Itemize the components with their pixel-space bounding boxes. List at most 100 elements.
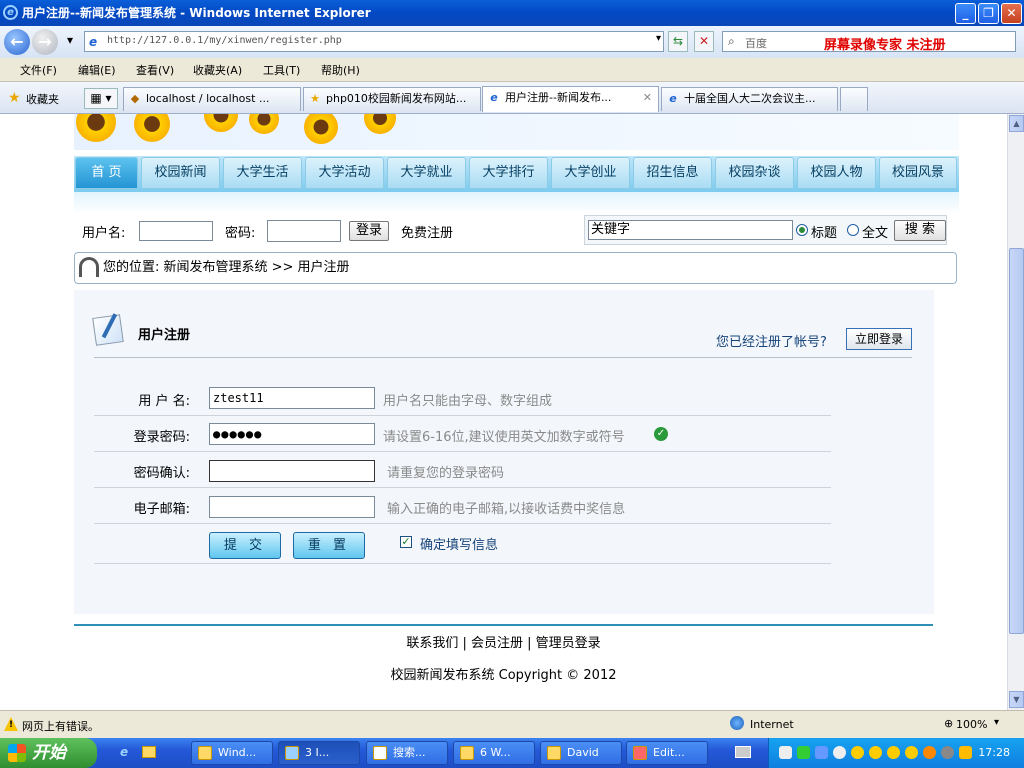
quick-launch-folder-icon[interactable] — [142, 746, 156, 758]
search-placeholder: 百度 — [745, 37, 767, 50]
tab-campus-news[interactable]: ★ php010校园新闻发布网站... — [303, 87, 481, 111]
address-url: http://127.0.0.1/my/xinwen/register.php — [107, 35, 342, 46]
tray-qq-icon-3[interactable] — [887, 746, 900, 759]
password-field[interactable]: ●●●●●● — [209, 423, 375, 445]
tab-npc-meeting[interactable]: e 十届全国人大二次会议主... — [661, 87, 838, 111]
search-button[interactable]: 搜 索 — [894, 220, 946, 241]
clock: 17:28 — [978, 746, 1010, 759]
tray-network-icon[interactable] — [779, 746, 792, 759]
nav-college-life[interactable]: 大学生活 — [223, 157, 302, 189]
nav-startup[interactable]: 大学创业 — [551, 157, 630, 189]
zoom-dropdown-icon[interactable]: ▾ — [994, 717, 999, 728]
task-search[interactable]: 搜索... — [366, 741, 448, 765]
keyboard-icon[interactable] — [735, 746, 751, 758]
new-tab-button[interactable] — [840, 87, 868, 111]
task-david[interactable]: David — [540, 741, 622, 765]
search-box[interactable]: ⌕ 百度 屏幕录像专家 未注册 — [722, 31, 1016, 53]
menu-file[interactable]: 文件(F) — [20, 62, 57, 78]
menu-favorites[interactable]: 收藏夹(A) — [193, 62, 242, 78]
maximize-button[interactable]: ❐ — [978, 3, 999, 24]
security-zone: Internet — [750, 718, 794, 731]
email-field[interactable] — [209, 496, 375, 518]
zoom-level[interactable]: 100% — [956, 718, 987, 731]
confirm-password-field[interactable] — [209, 460, 375, 482]
tray-shield-icon[interactable] — [959, 746, 972, 759]
menu-view[interactable]: 查看(V) — [136, 62, 174, 78]
close-tab-icon[interactable]: ✕ — [643, 87, 652, 109]
check-ok-icon: ✓ — [654, 427, 668, 441]
windows-logo-icon — [8, 744, 26, 762]
start-button[interactable]: 开始 — [0, 738, 97, 768]
nav-campus-scenery[interactable]: 校园风景 — [879, 157, 957, 189]
address-dropdown-icon[interactable]: ▾ — [656, 33, 661, 44]
close-window-button[interactable]: ✕ — [1001, 3, 1022, 24]
tab-phpmyadmin[interactable]: ◆ localhost / localhost ... — [123, 87, 301, 111]
quick-launch-ie-icon[interactable]: e — [120, 745, 128, 759]
radio-fulltext-label: 全文 — [862, 226, 889, 241]
nav-home[interactable]: 首 页 — [75, 157, 138, 189]
nav-rankings[interactable]: 大学排行 — [469, 157, 548, 189]
tray-display-icon[interactable] — [815, 746, 828, 759]
scroll-up-arrow[interactable]: ▲ — [1009, 115, 1024, 132]
quick-tabs-button[interactable]: ▦ ▾ — [84, 88, 118, 109]
task-ie-group[interactable]: 3 I... — [278, 741, 360, 765]
refresh-button[interactable]: ⇆ — [668, 31, 688, 52]
tray-green-icon[interactable] — [797, 746, 810, 759]
tray-qq-icon[interactable] — [851, 746, 864, 759]
login-password-input[interactable] — [267, 220, 341, 242]
nav-admissions[interactable]: 招生信息 — [633, 157, 712, 189]
username-field[interactable]: ztest11 — [209, 387, 375, 409]
radio-fulltext[interactable] — [847, 224, 859, 236]
warning-icon[interactable]: ! — [4, 717, 18, 731]
free-register-link[interactable]: 免费注册 — [401, 222, 453, 241]
scroll-down-arrow[interactable]: ▼ — [1009, 691, 1024, 708]
login-now-button[interactable]: 立即登录 — [846, 328, 912, 350]
field-row-confirm: 密码确认: 请重复您的登录密码 — [94, 452, 831, 488]
footer-links[interactable]: 联系我们 | 会员注册 | 管理员登录 — [74, 632, 933, 651]
status-message[interactable]: 网页上有错误。 — [22, 718, 99, 734]
recent-pages-dropdown[interactable]: ▾ — [60, 31, 80, 52]
nav-college-activities[interactable]: 大学活动 — [305, 157, 384, 189]
page-footer: 联系我们 | 会员注册 | 管理员登录 校园新闻发布系统 Copyright ©… — [74, 624, 933, 694]
task-explorer-group[interactable]: 6 W... — [453, 741, 535, 765]
stop-button[interactable]: ✕ — [694, 31, 714, 52]
menu-help[interactable]: 帮助(H) — [321, 62, 360, 78]
address-bar[interactable]: e http://127.0.0.1/my/xinwen/register.ph… — [84, 31, 664, 52]
favorites-button[interactable]: 收藏夹 — [26, 91, 59, 107]
back-button[interactable]: ← — [4, 29, 30, 55]
keyword-input[interactable]: 关键字 — [588, 220, 793, 240]
field-row-password: 登录密码: ●●●●●● 请设置6-16位,建议使用英文加数字或符号 ✓ — [94, 416, 831, 452]
submit-button[interactable]: 提 交 — [209, 532, 281, 559]
menu-tools[interactable]: 工具(T) — [263, 62, 300, 78]
scroll-thumb[interactable] — [1009, 248, 1024, 634]
breadcrumb-text: 您的位置: 新闻发布管理系统 >> 用户注册 — [103, 260, 350, 275]
username-label: 用户名: — [82, 226, 126, 241]
pma-icon: ◆ — [130, 92, 140, 105]
login-username-input[interactable] — [139, 221, 213, 241]
login-button[interactable]: 登录 — [349, 221, 389, 241]
task-editplus[interactable]: Edit... — [626, 741, 708, 765]
nav-campus-people[interactable]: 校园人物 — [797, 157, 876, 189]
confirm-checkbox[interactable]: ✓ — [400, 536, 412, 548]
radio-title[interactable] — [796, 224, 808, 236]
forward-button[interactable]: → — [32, 29, 58, 55]
vertical-scrollbar[interactable]: ▲ ▼ — [1007, 114, 1024, 710]
edit-document-icon — [92, 314, 124, 346]
reset-button[interactable]: 重 置 — [293, 532, 365, 559]
menu-edit[interactable]: 编辑(E) — [78, 62, 116, 78]
headset-icon — [79, 257, 99, 277]
minimize-button[interactable]: _ — [955, 3, 976, 24]
tray-speaker-icon[interactable] — [941, 746, 954, 759]
tray-update-icon[interactable] — [923, 746, 936, 759]
tab-register[interactable]: e 用户注册--新闻发布... ✕ — [482, 86, 659, 112]
radio-title-label: 标题 — [811, 226, 838, 241]
nav-campus-news[interactable]: 校园新闻 — [141, 157, 220, 189]
nav-employment[interactable]: 大学就业 — [387, 157, 466, 189]
task-windows[interactable]: Wind... — [191, 741, 273, 765]
header-banner — [74, 114, 959, 150]
zoom-icon: ⊕ — [944, 717, 954, 730]
nav-campus-talk[interactable]: 校园杂谈 — [715, 157, 794, 189]
tray-qq-icon-2[interactable] — [869, 746, 882, 759]
tray-cloud-icon[interactable] — [833, 746, 846, 759]
tray-qq-icon-4[interactable] — [905, 746, 918, 759]
